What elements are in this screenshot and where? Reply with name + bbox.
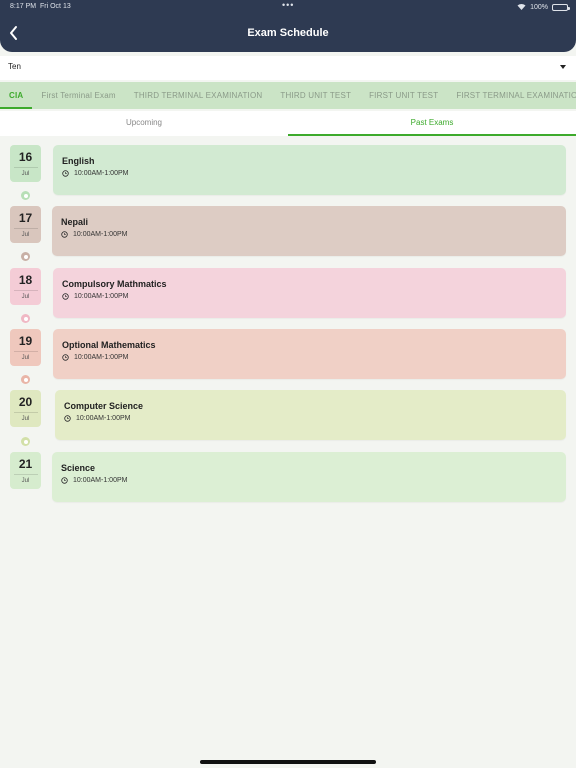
exam-day: 16 xyxy=(18,150,33,164)
class-select-value: Ten xyxy=(8,62,21,71)
exam-tab-cia[interactable]: CIA xyxy=(0,82,33,109)
exam-row: 16 Jul English 10:00AM-1:00PM xyxy=(0,145,576,197)
clock-icon xyxy=(62,170,69,177)
clock-icon xyxy=(64,415,71,422)
exam-card[interactable]: English 10:00AM-1:00PM xyxy=(53,145,566,195)
exam-tab-third-unit-test[interactable]: THIRD UNIT TEST xyxy=(271,82,360,109)
exam-time: 10:00AM-1:00PM xyxy=(74,170,129,177)
exam-subject: Nepali xyxy=(61,217,89,227)
wifi-icon xyxy=(517,3,526,12)
timeline-dot xyxy=(21,437,30,446)
exam-type-tabs: CIA First Terminal Exam THIRD TERMINAL E… xyxy=(0,82,576,109)
exam-time: 10:00AM-1:00PM xyxy=(74,354,129,361)
exam-card[interactable]: Optional Mathematics 10:00AM-1:00PM xyxy=(53,329,566,379)
exam-tab-first-unit-test[interactable]: FIRST UNIT TEST xyxy=(360,82,447,109)
class-select-dropdown[interactable]: Ten xyxy=(0,56,576,80)
battery-percent: 100% xyxy=(530,4,548,11)
exam-row: 20 Jul Computer Science 10:00AM-1:00PM xyxy=(0,390,576,442)
date-chip: 19 Jul xyxy=(10,329,41,366)
exam-day: 19 xyxy=(18,334,33,348)
exam-card[interactable]: Nepali 10:00AM-1:00PM xyxy=(52,206,566,256)
timeline-dot xyxy=(21,375,30,384)
page-title: Exam Schedule xyxy=(247,27,329,39)
multitask-dots-icon[interactable]: ••• xyxy=(282,0,294,10)
date-chip: 21 Jul xyxy=(10,452,41,489)
exam-day: 21 xyxy=(18,457,33,471)
clock-icon xyxy=(61,477,68,484)
timeline-dot xyxy=(21,252,30,261)
exam-month: Jul xyxy=(21,355,30,361)
tab-past-exams[interactable]: Past Exams xyxy=(288,111,576,136)
app-header: 8:17 PM Fri Oct 13 ••• 100% Exam Schedul… xyxy=(0,0,576,52)
exam-row: 19 Jul Optional Mathematics 10:00AM-1:00… xyxy=(0,329,576,381)
clock-icon xyxy=(61,231,68,238)
date-chip: 17 Jul xyxy=(10,206,41,243)
date-chip: 18 Jul xyxy=(10,268,41,305)
exam-tab-first-terminal-examination[interactable]: FIRST TERMINAL EXAMINATION xyxy=(447,82,576,109)
exam-time: 10:00AM-1:00PM xyxy=(73,477,128,484)
exam-month: Jul xyxy=(21,416,30,422)
exam-tab-third-terminal-examination[interactable]: THIRD TERMINAL EXAMINATION xyxy=(125,82,272,109)
schedule-view-tabs: Upcoming Past Exams xyxy=(0,111,576,136)
exam-subject: English xyxy=(62,156,95,166)
exam-card[interactable]: Computer Science 10:00AM-1:00PM xyxy=(55,390,566,440)
battery-icon xyxy=(552,4,570,11)
status-bar: 8:17 PM Fri Oct 13 ••• 100% xyxy=(0,0,576,13)
date-chip: 20 Jul xyxy=(10,390,41,427)
exam-month: Jul xyxy=(21,294,30,300)
exam-tab-first-terminal-exam[interactable]: First Terminal Exam xyxy=(32,82,124,109)
exam-day: 17 xyxy=(18,211,33,225)
tab-upcoming[interactable]: Upcoming xyxy=(0,111,288,136)
exam-subject: Computer Science xyxy=(64,401,144,411)
date-chip: 16 Jul xyxy=(10,145,41,182)
exam-card[interactable]: Science 10:00AM-1:00PM xyxy=(52,452,566,502)
exam-day: 20 xyxy=(18,395,33,409)
exam-subject: Optional Mathematics xyxy=(62,340,156,350)
timeline-dot xyxy=(21,314,30,323)
exam-subject: Compulsory Mathmatics xyxy=(62,279,167,289)
exam-time: 10:00AM-1:00PM xyxy=(73,231,128,238)
exam-subject: Science xyxy=(61,463,96,473)
clock-icon xyxy=(62,293,69,300)
exam-day: 18 xyxy=(18,273,33,287)
clock-icon xyxy=(62,354,69,361)
home-indicator[interactable] xyxy=(200,760,376,764)
status-time: 8:17 PM xyxy=(10,3,37,10)
exam-row: 18 Jul Compulsory Mathmatics 10:00AM-1:0… xyxy=(0,268,576,320)
exam-month: Jul xyxy=(21,171,30,177)
exam-time: 10:00AM-1:00PM xyxy=(74,293,129,300)
exam-time: 10:00AM-1:00PM xyxy=(76,415,131,422)
exam-row: 21 Jul Science 10:00AM-1:00PM xyxy=(0,452,576,504)
exam-row: 17 Jul Nepali 10:00AM-1:00PM xyxy=(0,206,576,258)
caret-down-icon xyxy=(560,65,566,69)
exam-month: Jul xyxy=(21,478,30,484)
timeline-dot xyxy=(21,191,30,200)
exam-card[interactable]: Compulsory Mathmatics 10:00AM-1:00PM xyxy=(53,268,566,318)
exam-month: Jul xyxy=(21,232,30,238)
status-date: Fri Oct 13 xyxy=(40,3,71,10)
